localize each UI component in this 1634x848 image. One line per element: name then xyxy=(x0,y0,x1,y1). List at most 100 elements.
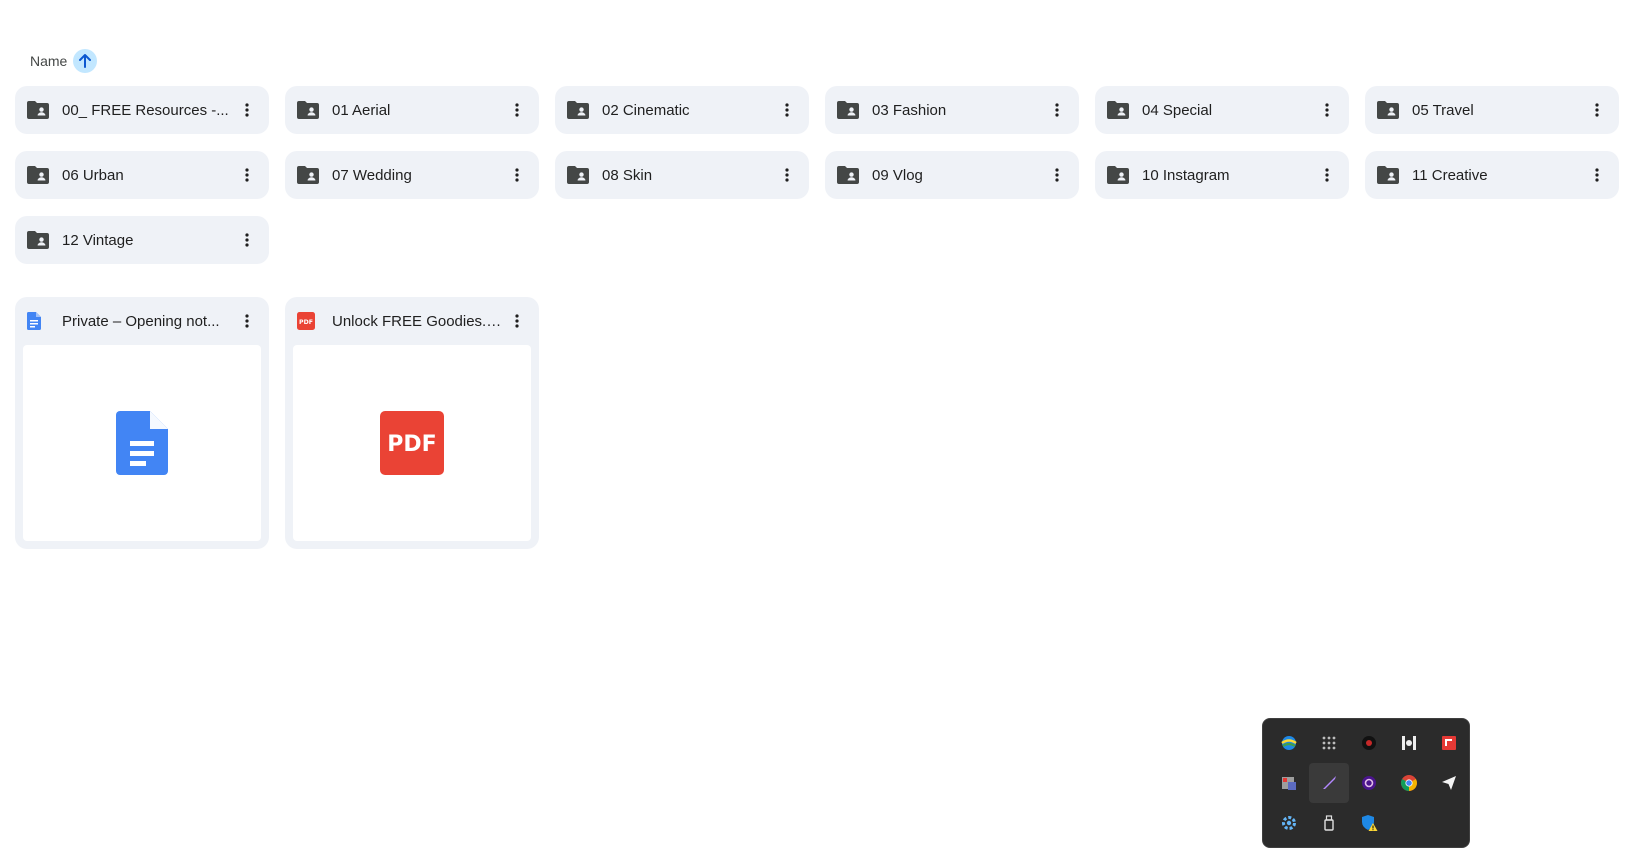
folder-name: 01 Aerial xyxy=(332,101,391,119)
folder-name: 02 Cinematic xyxy=(602,101,690,119)
shared-folder-icon xyxy=(1107,99,1129,121)
arrow-up-icon xyxy=(79,54,92,68)
more-actions-button[interactable] xyxy=(235,228,259,252)
folder-name: 06 Urban xyxy=(62,166,124,184)
folder-name: 08 Skin xyxy=(602,166,653,184)
folder-item[interactable]: 00_ FREE Resources -... xyxy=(15,86,269,134)
file-thumbnail[interactable] xyxy=(23,345,261,541)
more-vert-icon xyxy=(245,168,249,182)
dark-circle-app-icon[interactable] xyxy=(1349,723,1389,763)
more-actions-button[interactable] xyxy=(235,163,259,187)
folder-item[interactable]: 08 Skin xyxy=(555,151,809,199)
pdf-badge-text: PDF xyxy=(299,319,313,326)
device-grid-icon[interactable] xyxy=(1269,763,1309,803)
shared-folder-icon xyxy=(297,99,319,121)
more-actions-button[interactable] xyxy=(775,163,799,187)
more-actions-button[interactable] xyxy=(1045,163,1069,187)
more-vert-icon xyxy=(1055,103,1059,117)
more-actions-button[interactable] xyxy=(505,163,529,187)
shared-folder-icon xyxy=(567,99,589,121)
folder-name: 00_ FREE Resources -... xyxy=(62,101,229,119)
more-vert-icon xyxy=(785,103,789,117)
folder-item[interactable]: 07 Wedding xyxy=(285,151,539,199)
column-app-icon[interactable] xyxy=(1389,723,1429,763)
more-actions-button[interactable] xyxy=(505,98,529,122)
more-actions-button[interactable] xyxy=(1045,98,1069,122)
more-vert-icon xyxy=(245,103,249,117)
more-vert-icon xyxy=(1055,168,1059,182)
more-vert-icon xyxy=(245,314,249,328)
folder-item[interactable]: 04 Special xyxy=(1095,86,1349,134)
folder-name: 04 Special xyxy=(1142,101,1213,119)
pen-stylus-icon[interactable] xyxy=(1309,763,1349,803)
folder-item[interactable]: 02 Cinematic xyxy=(555,86,809,134)
more-vert-icon xyxy=(1595,168,1599,182)
folder-item[interactable]: 01 Aerial xyxy=(285,86,539,134)
folder-name: 11 Creative xyxy=(1412,166,1488,184)
shared-folder-icon xyxy=(1377,164,1399,186)
more-vert-icon xyxy=(515,314,519,328)
file-name: Private – Opening not... xyxy=(62,312,220,330)
shared-folder-icon xyxy=(27,164,49,186)
doc-icon xyxy=(116,411,168,475)
more-actions-button[interactable] xyxy=(235,98,259,122)
folder-item[interactable]: 06 Urban xyxy=(15,151,269,199)
more-vert-icon xyxy=(515,168,519,182)
shared-folder-icon xyxy=(1107,164,1129,186)
folder-item[interactable]: 09 Vlog xyxy=(825,151,1079,199)
file-card[interactable]: PDF Unlock FREE Goodies.pdf PDF xyxy=(285,297,539,549)
pdf-icon: PDF xyxy=(297,310,319,332)
file-card[interactable]: Private – Opening not... xyxy=(15,297,269,549)
file-thumbnail[interactable]: PDF xyxy=(293,345,531,541)
folder-name: 09 Vlog xyxy=(872,166,923,184)
folder-item[interactable]: 11 Creative xyxy=(1365,151,1619,199)
folder-name: 05 Travel xyxy=(1412,101,1474,119)
more-actions-button[interactable] xyxy=(1585,163,1609,187)
sort-ascending-button[interactable] xyxy=(73,49,98,73)
more-actions-button[interactable] xyxy=(1315,98,1339,122)
dots-grid-icon[interactable] xyxy=(1309,723,1349,763)
file-header: Private – Opening not... xyxy=(23,297,261,345)
send-plane-icon[interactable] xyxy=(1429,763,1469,803)
globe-sync-icon[interactable] xyxy=(1269,723,1309,763)
more-actions-button[interactable] xyxy=(235,309,259,333)
shield-warning-icon[interactable] xyxy=(1349,803,1389,843)
folder-grid: 00_ FREE Resources -... 01 Aerial 02 Cinem… xyxy=(15,86,1619,264)
more-actions-button[interactable] xyxy=(1585,98,1609,122)
usb-drive-icon[interactable] xyxy=(1309,803,1349,843)
shared-folder-icon xyxy=(27,229,49,251)
folder-item[interactable]: 05 Travel xyxy=(1365,86,1619,134)
system-tray-overflow xyxy=(1262,718,1470,848)
sort-label[interactable]: Name xyxy=(30,53,67,69)
folder-name: 07 Wedding xyxy=(332,166,412,184)
more-actions-button[interactable] xyxy=(775,98,799,122)
file-name: Unlock FREE Goodies.pdf xyxy=(332,312,505,330)
shared-folder-icon xyxy=(27,99,49,121)
pdf-thumb-text: PDF xyxy=(387,432,436,457)
chrome-icon[interactable] xyxy=(1389,763,1429,803)
folder-item[interactable]: 12 Vintage xyxy=(15,216,269,264)
red-square-app-icon[interactable] xyxy=(1429,723,1469,763)
more-vert-icon xyxy=(785,168,789,182)
more-vert-icon xyxy=(1325,168,1329,182)
more-vert-icon xyxy=(245,233,249,247)
folder-name: 12 Vintage xyxy=(62,231,134,249)
more-vert-icon xyxy=(1595,103,1599,117)
shared-folder-icon xyxy=(837,164,859,186)
file-grid: Private – Opening not... PDF Unlock FREE G… xyxy=(15,297,539,549)
pdf-icon: PDF xyxy=(380,411,444,475)
folder-item[interactable]: 03 Fashion xyxy=(825,86,1079,134)
shared-folder-icon xyxy=(837,99,859,121)
folder-item[interactable]: 10 Instagram xyxy=(1095,151,1349,199)
shared-folder-icon xyxy=(567,164,589,186)
purple-circle-app-icon[interactable] xyxy=(1349,763,1389,803)
more-actions-button[interactable] xyxy=(505,309,529,333)
sort-header: Name xyxy=(30,49,98,73)
folder-name: 10 Instagram xyxy=(1142,166,1230,184)
doc-icon xyxy=(27,310,49,332)
folder-name: 03 Fashion xyxy=(872,101,947,119)
more-actions-button[interactable] xyxy=(1315,163,1339,187)
shared-folder-icon xyxy=(1377,99,1399,121)
more-vert-icon xyxy=(1325,103,1329,117)
gear-icon[interactable] xyxy=(1269,803,1309,843)
